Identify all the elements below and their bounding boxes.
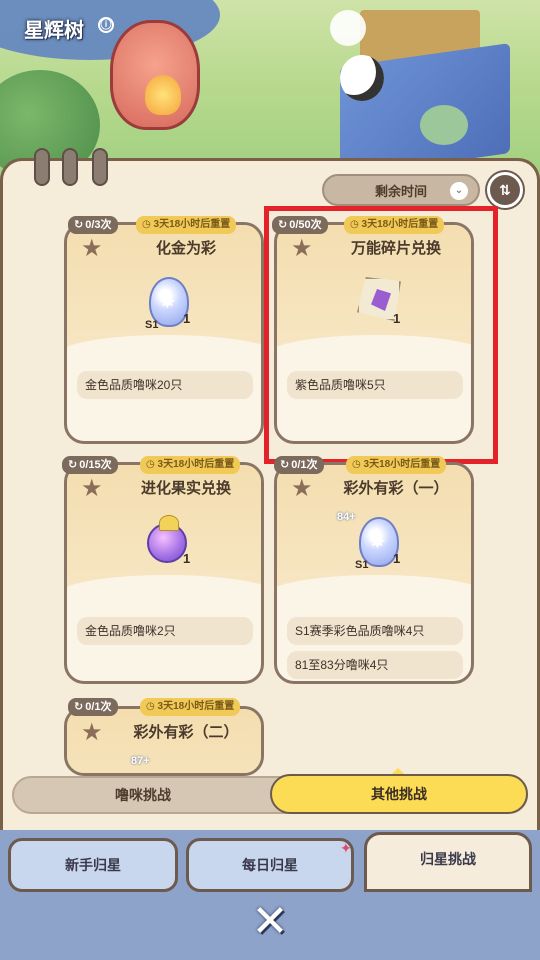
reset-badge: ◷ 3天18小时后重置 — [346, 456, 447, 474]
refresh-icon: ↻ — [68, 459, 78, 471]
count-text: 0/15次 — [79, 459, 112, 471]
challenge-card[interactable]: ★ 彩外有彩（一） S1 84+ 1 S1赛季彩色品质噜咪4只 81至83分噜咪… — [274, 462, 474, 684]
nav-star-challenge[interactable]: 归星挑战 — [364, 832, 532, 892]
clock-icon: ◷ — [146, 459, 155, 470]
requirement-row: 81至83分噜咪4只 — [287, 651, 463, 679]
sort-label: 剩余时间 — [374, 183, 427, 199]
binder-ring — [34, 148, 50, 186]
card-wave — [67, 575, 261, 615]
refresh-icon: ↻ — [280, 459, 290, 471]
count-badge: ↻ 0/1次 — [274, 456, 324, 474]
chevron-down-icon: ⌄ — [450, 182, 468, 200]
star-icon: ★ — [81, 235, 103, 262]
info-icon[interactable]: ⓘ — [98, 17, 114, 33]
reset-text: 3天18小时后重置 — [153, 219, 231, 230]
sort-dropdown[interactable]: 剩余时间 ⌄ — [322, 174, 480, 206]
challenge-card[interactable]: ★ 彩外有彩（二） 87+ — [64, 706, 264, 776]
count-badge: ↻ 0/3次 — [68, 216, 118, 234]
sort-order-button[interactable]: ⇅ — [487, 172, 523, 208]
binder-ring — [92, 148, 108, 186]
challenge-card[interactable]: ★ 化金为彩 S1 1 金色品质噜咪20只 — [64, 222, 264, 444]
card-title: 化金为彩 — [155, 240, 216, 257]
requirement-row: 金色品质噜咪20只 — [77, 371, 253, 399]
close-icon[interactable]: ✕ — [248, 900, 292, 944]
fruit-icon — [147, 515, 187, 563]
reset-badge: ◷ 3天18小时后重置 — [140, 698, 241, 716]
level-badge: 84+ — [337, 511, 356, 523]
reward-qty: 1 — [183, 311, 191, 326]
card-title: 进化果实兑换 — [140, 480, 231, 497]
clock-icon: ◷ — [352, 459, 361, 470]
reset-text: 3天18小时后重置 — [157, 701, 235, 712]
refresh-icon: ↻ — [74, 219, 84, 231]
notification-icon: ✦ — [340, 840, 352, 856]
card-wave — [67, 335, 261, 375]
nav-newbie-star[interactable]: 新手归星 — [8, 838, 178, 892]
highlight-box — [264, 206, 498, 464]
flame-decoration — [145, 75, 181, 115]
binder-ring — [62, 148, 78, 186]
card-wave — [277, 575, 471, 615]
count-text: 0/1次 — [291, 459, 318, 471]
reward-qty: 1 — [393, 551, 401, 566]
panda-creature — [340, 55, 384, 101]
nav-daily-star[interactable]: 每日归星 — [186, 838, 354, 892]
reset-badge: ◷ 3天18小时后重置 — [136, 216, 237, 234]
reset-text: 3天18小时后重置 — [363, 459, 441, 470]
count-badge: ↻ 0/15次 — [62, 456, 118, 474]
card-title: 彩外有彩（二） — [133, 724, 239, 741]
clock-icon: ◷ — [142, 219, 151, 230]
season-label: S1 — [355, 559, 369, 571]
tab-other-challenge[interactable]: 其他挑战 — [270, 774, 528, 814]
star-icon: ★ — [81, 475, 103, 502]
reset-badge: ◷ 3天18小时后重置 — [140, 456, 241, 474]
ghost-creature — [330, 10, 366, 46]
star-icon: ★ — [291, 475, 313, 502]
challenge-card[interactable]: ★ 进化果实兑换 1 金色品质噜咪2只 — [64, 462, 264, 684]
card-title: 彩外有彩（一） — [343, 480, 449, 497]
reset-text: 3天18小时后重置 — [157, 459, 235, 470]
count-badge: ↻ 0/1次 — [68, 698, 118, 716]
count-text: 0/3次 — [85, 219, 112, 231]
mouse-creature — [420, 105, 468, 145]
count-text: 0/1次 — [85, 701, 112, 713]
requirement-row: S1赛季彩色品质噜咪4只 — [287, 617, 463, 645]
clock-icon: ◷ — [146, 701, 155, 712]
requirement-row: 金色品质噜咪2只 — [77, 617, 253, 645]
star-icon: ★ — [81, 719, 103, 746]
reward-qty: 1 — [183, 551, 191, 566]
tab-lumi-challenge[interactable]: 噜咪挑战 — [14, 778, 272, 812]
season-label: S1 — [145, 319, 159, 331]
refresh-icon: ↻ — [74, 701, 84, 713]
level-badge: 87+ — [131, 755, 150, 767]
challenge-tabs: 噜咪挑战 其他挑战 — [12, 774, 528, 814]
page-title: 星辉树 — [24, 20, 84, 42]
